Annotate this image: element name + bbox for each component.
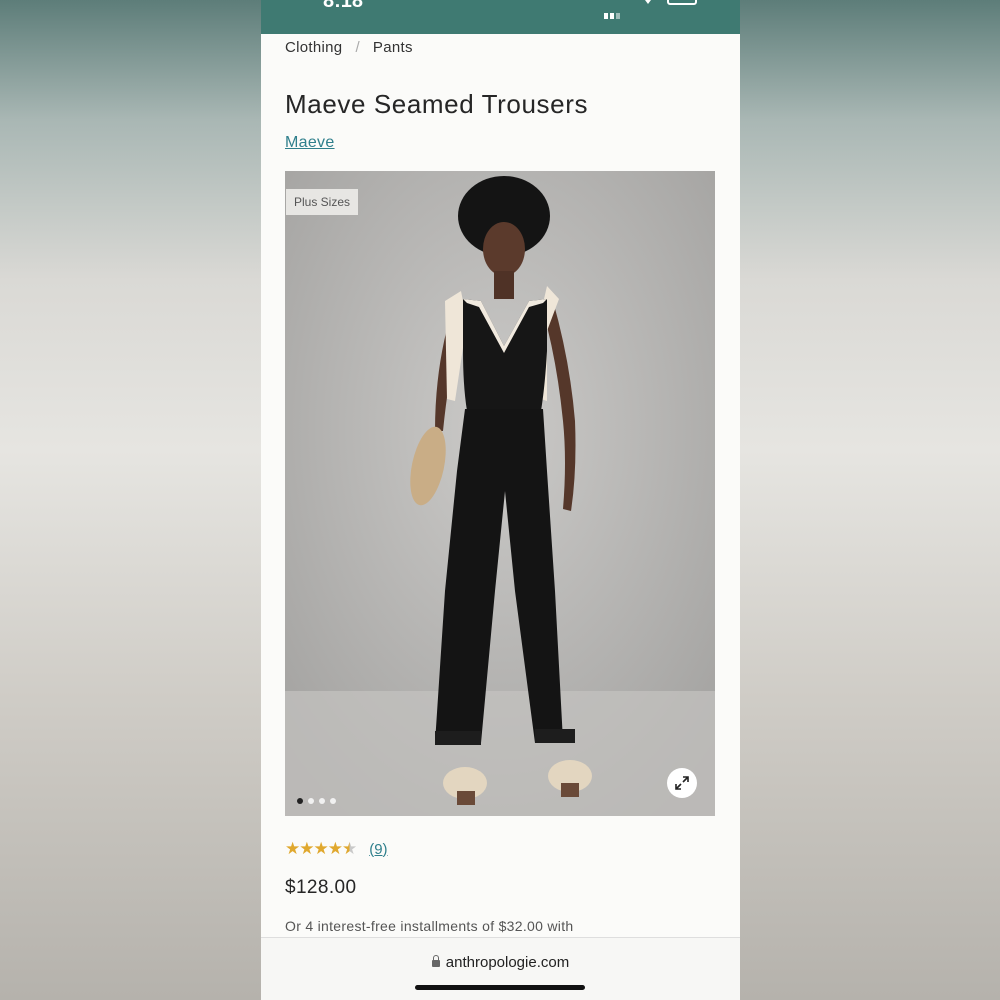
plus-sizes-badge: Plus Sizes [286,189,359,215]
browser-url-bar[interactable]: anthropologie.com [261,937,740,1000]
background-blur-right [739,0,1000,1000]
carousel-dot[interactable] [330,798,336,804]
breadcrumb-item-clothing[interactable]: Clothing [285,39,342,56]
brand-link[interactable]: Maeve [285,134,335,152]
carousel-dots[interactable] [297,798,336,804]
phone-screen: 8:18 Clothing / Pants Maeve Seamed Trouser… [261,0,740,1000]
expand-image-button[interactable] [667,768,697,798]
carousel-dot[interactable] [297,798,303,804]
home-indicator[interactable] [415,985,585,990]
wifi-icon [644,0,652,5]
carousel-dot[interactable] [319,798,325,804]
lock-icon [431,955,440,967]
breadcrumb: Clothing / Pants [285,39,413,56]
carousel-dot[interactable] [308,798,314,804]
product-image [285,171,715,816]
installments-text: Or 4 interest-free installments of $32.0… [285,918,574,934]
product-title: Maeve Seamed Trousers [285,89,589,119]
background-blur-left [0,0,261,1000]
signal-icon [604,0,630,19]
battery-icon [667,0,697,5]
status-bar: 8:18 [261,0,740,34]
product-image-carousel[interactable]: Plus Sizes [285,171,715,816]
url-display[interactable]: anthropologie.com [261,954,740,971]
expand-arrows-icon [675,776,689,790]
status-time: 8:18 [323,0,364,12]
breadcrumb-separator: / [355,39,360,56]
url-text: anthropologie.com [445,954,570,971]
review-count-link[interactable]: (9) [369,841,387,858]
star-rating-icon: ★★★★★ [285,839,357,859]
product-rating[interactable]: ★★★★★ (9) [285,839,388,859]
product-price: $128.00 [285,877,357,898]
breadcrumb-item-pants[interactable]: Pants [373,39,413,56]
